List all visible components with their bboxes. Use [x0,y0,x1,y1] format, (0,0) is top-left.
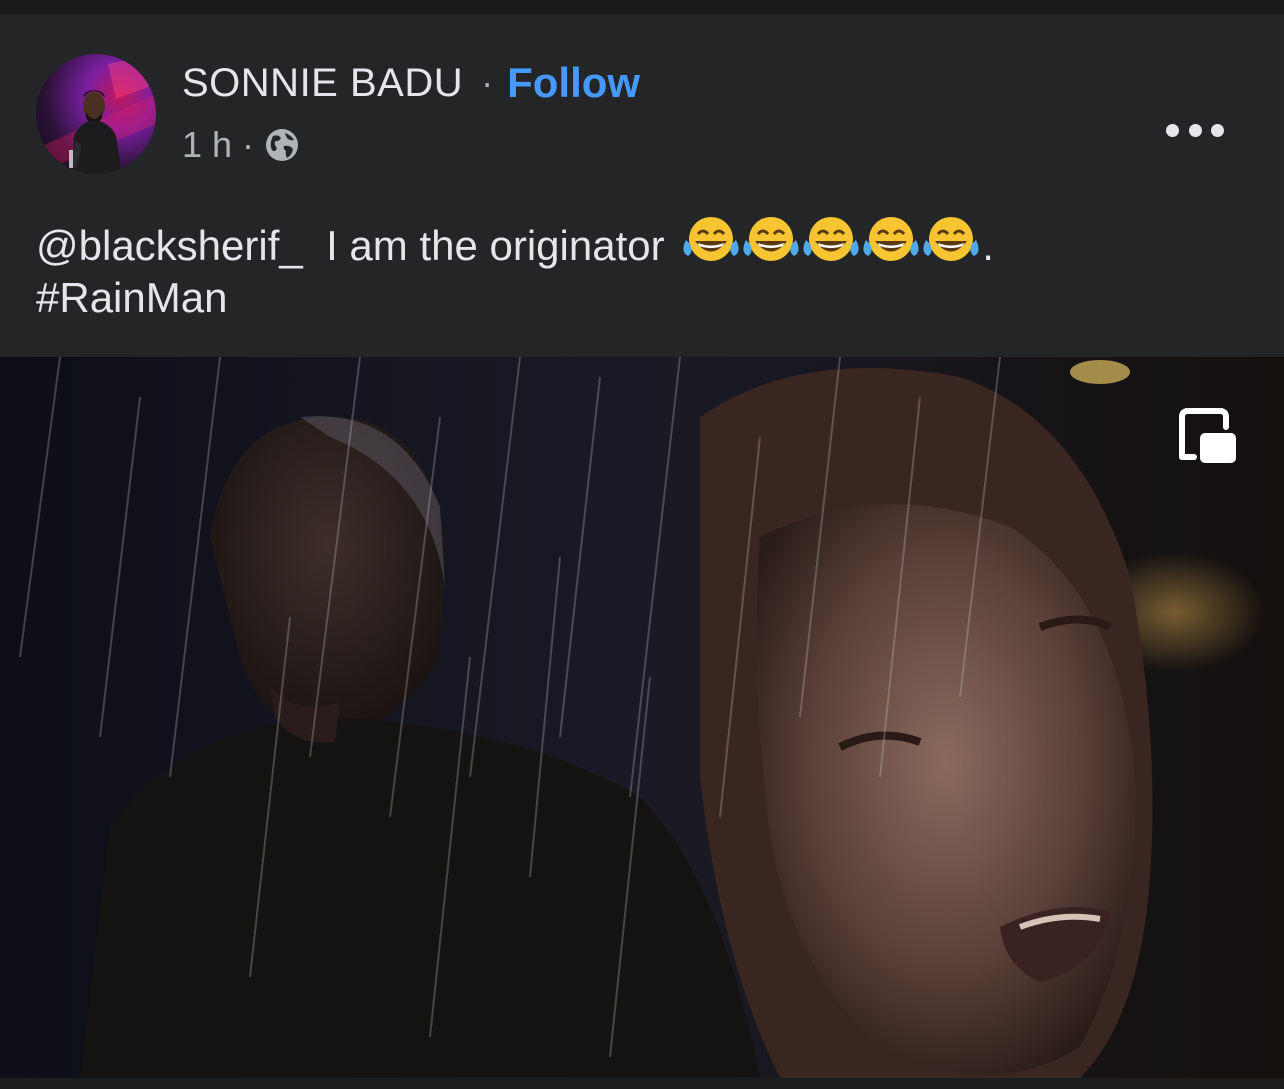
laughing-crying-emoji-icon [863,217,919,261]
author-name[interactable]: SONNIE BADU [182,61,463,106]
post-video[interactable] [0,357,1284,1078]
post-text: @blacksherif_ I am the originator . #Rai… [36,214,1246,324]
mention-link[interactable]: @blacksherif_ [36,222,303,269]
picture-in-picture-icon[interactable] [1176,407,1238,465]
post-card: SONNIE BADU · Follow 1 h · @blacksherif_… [0,14,1284,1089]
more-dot [1211,123,1224,137]
post-time[interactable]: 1 h [182,124,232,166]
separator-dot: · [481,62,494,103]
follow-button[interactable]: Follow [507,59,640,107]
post-trailing-period: . [982,222,994,269]
laughing-crying-emoji-icon [803,217,859,261]
hashtag-link[interactable]: #RainMan [36,272,1246,324]
more-dot [1166,123,1179,137]
laughing-crying-emoji-icon [683,217,739,261]
more-dot [1188,123,1202,137]
emoji-group [682,214,982,268]
laughing-crying-emoji-icon [923,217,979,261]
avatar-image [36,54,156,174]
post-meta: 1 h · [182,122,300,168]
laughing-crying-emoji-icon [743,217,799,261]
author-avatar[interactable] [36,54,156,174]
video-frame [0,357,1284,1078]
top-strip [0,0,1284,14]
author-row: SONNIE BADU · Follow [182,58,640,108]
meta-separator: · [242,124,255,165]
post-text-line-1: @blacksherif_ I am the originator . [36,214,1246,272]
globe-icon [266,129,299,161]
more-options-button[interactable] [1166,110,1224,150]
bottom-strip [0,1078,1284,1089]
post-body-text: I am the originator [326,222,665,269]
